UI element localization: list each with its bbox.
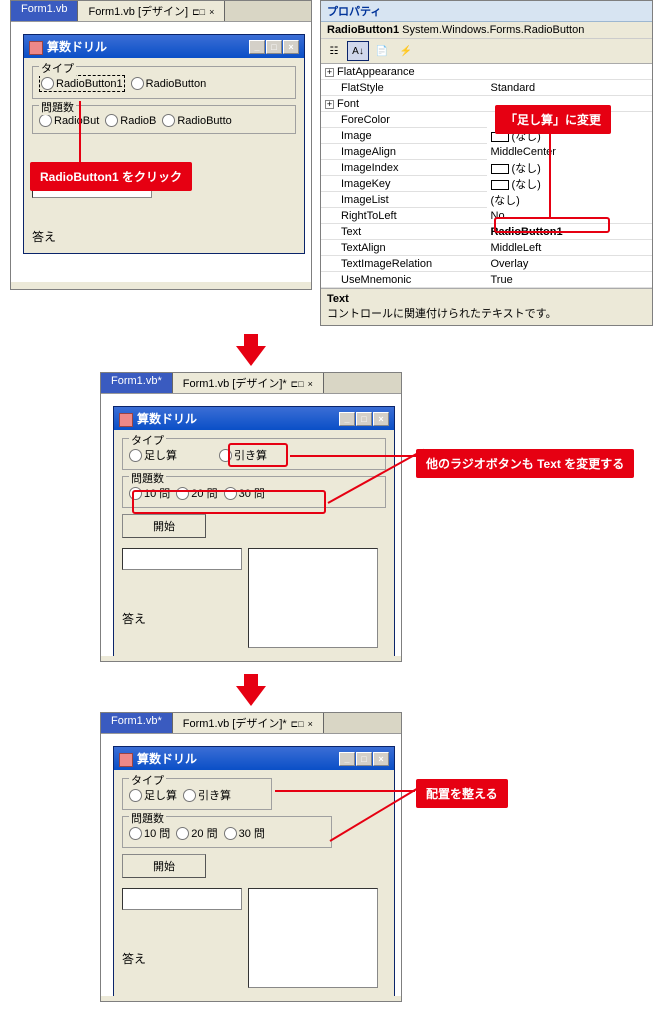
close-icon[interactable]: ×: [209, 7, 214, 17]
properties-panel: プロパティ RadioButton1 System.Windows.Forms.…: [320, 0, 653, 326]
maximize-icon: □: [356, 412, 372, 426]
designer-panel-1: Form1.vb Form1.vb [デザイン]⊏□× 算数ドリル _ □ × …: [10, 0, 312, 290]
prop-value[interactable]: True: [487, 273, 653, 287]
radio-20[interactable]: 20 問: [176, 825, 217, 841]
tab-design[interactable]: Form1.vb [デザイン]⊏□×: [78, 1, 225, 21]
textarea-output[interactable]: [248, 548, 378, 648]
radio-tashizan[interactable]: 足し算: [129, 447, 177, 463]
groupbox-type-label: タイプ: [39, 60, 76, 76]
groupbox-count-label: 問題数: [39, 99, 76, 115]
answer-label: 答え: [122, 952, 146, 966]
form-icon: [29, 41, 43, 55]
callout-other-radios: 他のラジオボタンも Text を変更する: [416, 449, 634, 478]
maximize-icon: □: [356, 752, 372, 766]
prop-value[interactable]: MiddleLeft: [487, 241, 653, 255]
textarea-output[interactable]: [248, 888, 378, 988]
tab-strip: Form1.vb* Form1.vb [デザイン]*⊏□×: [101, 373, 401, 394]
prop-value[interactable]: (なし): [487, 191, 653, 209]
alphabetical-icon[interactable]: A↓: [347, 41, 369, 61]
groupbox-count-label: 問題数: [129, 810, 166, 826]
swatch-icon: [491, 180, 509, 190]
minimize-icon: _: [339, 412, 355, 426]
close-window-icon: ×: [373, 752, 389, 766]
properties-title: プロパティ: [321, 1, 652, 22]
radio-c[interactable]: RadioButto: [162, 114, 231, 127]
close-window-icon: ×: [283, 40, 299, 54]
properties-object[interactable]: RadioButton1 System.Windows.Forms.RadioB…: [321, 22, 652, 39]
form-titlebar: 算数ドリル _ □ ×: [114, 407, 394, 430]
radio-button-2[interactable]: RadioButton: [131, 75, 207, 92]
tab-design[interactable]: Form1.vb [デザイン]*⊏□×: [173, 713, 324, 733]
events-icon[interactable]: ⚡: [395, 41, 417, 61]
form-designer[interactable]: 算数ドリル _ □ × タイプ RadioButton1 RadioButton…: [23, 34, 305, 254]
prop-value[interactable]: Standard: [487, 81, 653, 95]
radio-button-1[interactable]: RadioButton1: [41, 77, 123, 90]
groupbox-count: 問題数 10 問 20 問 30 問: [122, 816, 332, 848]
radio-10[interactable]: 10 問: [129, 825, 170, 841]
tab-strip: Form1.vb Form1.vb [デザイン]⊏□×: [11, 1, 311, 22]
callout-arrange: 配置を整える: [416, 779, 508, 808]
arrow-down-icon: [236, 686, 266, 706]
minimize-icon: _: [249, 40, 265, 54]
close-window-icon: ×: [373, 412, 389, 426]
form-titlebar: 算数ドリル _ □ ×: [24, 35, 304, 58]
callout-click-radio: RadioButton1 をクリック: [30, 162, 192, 191]
minimize-icon: _: [339, 752, 355, 766]
swatch-icon: [491, 164, 509, 174]
groupbox-type-label: タイプ: [129, 772, 166, 788]
form-icon: [119, 413, 133, 427]
groupbox-count: 問題数 RadioBut RadioB RadioButto: [32, 105, 296, 134]
radio-hikizan[interactable]: 引き算: [183, 787, 231, 803]
designer-panel-2: Form1.vb* Form1.vb [デザイン]*⊏□× 算数ドリル _ □ …: [100, 372, 402, 662]
radio-hikizan[interactable]: 引き算: [219, 447, 267, 463]
radio-10[interactable]: 10 問: [129, 485, 170, 501]
groupbox-type: タイプ RadioButton1 RadioButton: [32, 66, 296, 99]
properties-grid: +FlatAppearance FlatStyleStandard +Font …: [321, 64, 652, 288]
tab-code[interactable]: Form1.vb*: [101, 373, 173, 393]
prop-value[interactable]: MiddleCenter: [487, 145, 653, 159]
start-button[interactable]: 開始: [122, 854, 206, 878]
pin-icon[interactable]: ⊏□: [291, 719, 304, 729]
answer-label: 答え: [122, 612, 146, 626]
categorized-icon[interactable]: ☷: [323, 41, 345, 61]
groupbox-type-label: タイプ: [129, 432, 166, 448]
maximize-icon: □: [266, 40, 282, 54]
form-titlebar: 算数ドリル _ □ ×: [114, 747, 394, 770]
close-icon[interactable]: ×: [308, 719, 313, 729]
answer-label: 答え: [32, 230, 56, 244]
pin-icon[interactable]: ⊏□: [192, 7, 205, 17]
expander-icon[interactable]: +: [325, 100, 334, 109]
textbox-input[interactable]: [122, 888, 242, 910]
tab-design[interactable]: Form1.vb [デザイン]*⊏□×: [173, 373, 324, 393]
form-designer[interactable]: 算数ドリル _ □ × タイプ 足し算 引き算 問題数: [113, 406, 395, 656]
prop-text-value[interactable]: RadioButton1: [487, 225, 653, 239]
properties-toolbar: ☷ A↓ 📄 ⚡: [321, 39, 652, 64]
tab-code[interactable]: Form1.vb: [11, 1, 78, 21]
tab-code[interactable]: Form1.vb*: [101, 713, 173, 733]
close-icon[interactable]: ×: [308, 379, 313, 389]
textbox-input[interactable]: [122, 548, 242, 570]
radio-tashizan[interactable]: 足し算: [129, 787, 177, 803]
pin-icon[interactable]: ⊏□: [291, 379, 304, 389]
expander-icon[interactable]: +: [325, 68, 334, 77]
groupbox-count-label: 問題数: [129, 470, 166, 486]
groupbox-type: タイプ 足し算 引き算: [122, 778, 272, 810]
properties-icon[interactable]: 📄: [371, 41, 393, 61]
prop-value[interactable]: No: [487, 209, 653, 223]
radio-b[interactable]: RadioB: [105, 114, 156, 127]
radio-a[interactable]: RadioBut: [39, 114, 99, 127]
start-button[interactable]: 開始: [122, 514, 206, 538]
radio-20[interactable]: 20 問: [176, 485, 217, 501]
groupbox-type: タイプ 足し算 引き算: [122, 438, 386, 470]
radio-30[interactable]: 30 問: [224, 825, 265, 841]
properties-description: Text コントロールに関連付けられたテキストです。: [321, 288, 652, 325]
radio-30[interactable]: 30 問: [224, 485, 265, 501]
prop-value[interactable]: Overlay: [487, 257, 653, 271]
form-icon: [119, 753, 133, 767]
designer-panel-3: Form1.vb* Form1.vb [デザイン]*⊏□× 算数ドリル _ □ …: [100, 712, 402, 1002]
arrow-down-icon: [236, 346, 266, 366]
tab-strip: Form1.vb* Form1.vb [デザイン]*⊏□×: [101, 713, 401, 734]
callout-change-text: 「足し算」に変更: [495, 105, 611, 134]
form-designer[interactable]: 算数ドリル _ □ × タイプ 足し算 引き算 問題数: [113, 746, 395, 996]
